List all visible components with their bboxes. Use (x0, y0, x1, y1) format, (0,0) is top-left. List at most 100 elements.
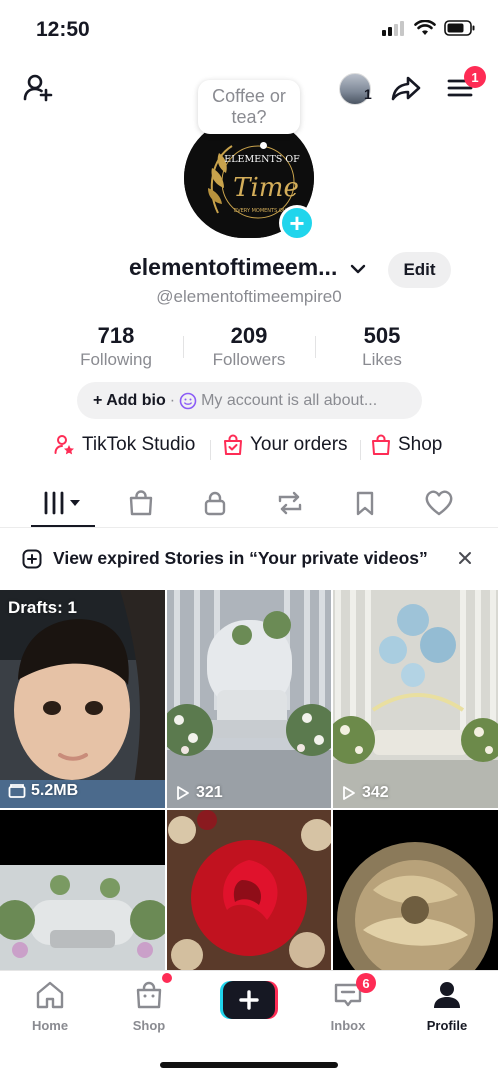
shop-bag-nav-icon (136, 981, 162, 1009)
banner-message: View expired Stories in “Your private vi… (53, 548, 428, 568)
followers-count: 209 (230, 323, 268, 348)
tiktok-studio-link[interactable]: TikTok Studio (54, 434, 195, 456)
tab-videos[interactable] (28, 480, 98, 526)
storage-icon (8, 784, 26, 798)
add-friend-button[interactable] (18, 68, 58, 108)
nav-profile[interactable]: Profile (407, 979, 487, 1033)
nav-profile-label: Profile (426, 1018, 468, 1033)
video-tile[interactable] (0, 810, 165, 970)
add-user-icon (23, 74, 53, 102)
drafts-count-label: Drafts: 1 (8, 598, 77, 617)
expired-stories-banner[interactable]: View expired Stories in “Your private vi… (0, 538, 498, 580)
video-tile[interactable] (333, 810, 498, 970)
video-thumbnail-gold-flower (333, 810, 498, 970)
add-bio-button[interactable]: + Add bio · My account is all about... (77, 382, 422, 419)
following-label: Following (80, 350, 152, 369)
orders-bag-check-icon (224, 434, 242, 455)
status-bar: 12:50 (0, 0, 498, 60)
lock-icon (204, 491, 226, 516)
shopping-bag-icon (129, 490, 153, 516)
following-count: 718 (97, 323, 135, 348)
stat-likes[interactable]: 505 Likes (322, 324, 442, 372)
view-count: 342 (341, 784, 389, 802)
shop-label: Shop (398, 434, 443, 455)
tiktok-studio-label: TikTok Studio (82, 434, 196, 455)
chevron-down-icon[interactable] (347, 258, 369, 280)
tab-shop[interactable] (106, 480, 176, 526)
view-count-label: 342 (362, 784, 389, 801)
video-thumbnail-stage-decor (167, 590, 331, 808)
plus-create-icon (220, 981, 278, 1019)
view-count-label: 321 (196, 784, 223, 801)
video-thumbnail-blue-flowers (333, 590, 498, 808)
account-count: 1 (364, 86, 372, 102)
stat-following[interactable]: 718 Following (56, 324, 176, 372)
video-tile[interactable]: 342 (333, 590, 498, 808)
bio-separator: · (169, 391, 176, 409)
tab-private[interactable] (180, 480, 250, 526)
link-divider (210, 440, 211, 460)
status-note-bubble[interactable]: Coffee or tea? (198, 80, 300, 134)
nav-shop-label: Shop (132, 1018, 166, 1033)
drafts-size-label: 5.2MB (31, 782, 79, 799)
status-icons (382, 20, 476, 36)
tab-favorites[interactable] (330, 480, 400, 526)
edit-profile-button[interactable]: Edit (388, 252, 451, 288)
play-icon (177, 786, 189, 800)
stat-divider (183, 336, 184, 358)
grid-bars-icon (44, 491, 80, 515)
nav-inbox-label: Inbox (330, 1018, 366, 1033)
video-grid: Drafts: 1 5.2MB 321 342 (0, 590, 498, 970)
followers-label: Followers (212, 350, 286, 369)
close-icon[interactable] (457, 550, 473, 566)
video-thumbnail-white-stage (0, 810, 165, 970)
share-icon (391, 76, 421, 101)
profile-links: TikTok Studio Your orders Shop (0, 434, 498, 464)
drafts-tile[interactable]: Drafts: 1 5.2MB (0, 590, 165, 808)
bubble-tail (260, 142, 267, 149)
logo-top-text: ELEMENTS OF (224, 154, 300, 165)
shop-link[interactable]: Shop (370, 434, 442, 456)
profile-stats: 718 Following 209 Followers 505 Likes (0, 324, 498, 374)
add-story-button[interactable]: + (279, 205, 315, 241)
shop-bag-icon (372, 434, 390, 455)
repost-icon (278, 491, 302, 515)
menu-button[interactable]: 1 (440, 66, 486, 108)
nav-home[interactable]: Home (10, 979, 90, 1033)
bookmark-icon (356, 491, 374, 516)
video-tile[interactable] (167, 810, 331, 970)
play-icon (343, 786, 355, 800)
link-divider (360, 440, 361, 460)
inbox-notification-badge: 6 (356, 973, 376, 993)
signal-icon (382, 21, 404, 36)
nav-home-label: Home (31, 1018, 69, 1033)
active-tab-indicator (31, 525, 95, 527)
shop-notification-dot (162, 973, 172, 983)
share-profile-button[interactable] (386, 68, 426, 108)
home-indicator (160, 1062, 338, 1068)
username-handle: @elementoftimeempire0 (156, 287, 342, 306)
tab-liked[interactable] (404, 480, 474, 526)
heart-icon (425, 490, 453, 516)
menu-notification-badge: 1 (464, 66, 486, 88)
video-thumbnail-red-rose (167, 810, 331, 970)
your-orders-label: Your orders (250, 434, 348, 455)
studio-person-star-icon (54, 435, 74, 455)
profile-person-icon (434, 982, 460, 1008)
home-icon (36, 981, 64, 1009)
likes-count: 505 (363, 323, 401, 348)
video-tile[interactable]: 321 (167, 590, 331, 808)
stat-followers[interactable]: 209 Followers (189, 324, 309, 372)
add-story-icon (22, 549, 42, 569)
your-orders-link[interactable]: Your orders (222, 434, 348, 456)
nav-shop[interactable]: Shop (109, 979, 189, 1033)
view-count: 321 (175, 784, 223, 802)
create-video-button[interactable] (220, 981, 278, 1019)
add-bio-label: + Add bio (93, 391, 166, 409)
nav-inbox[interactable]: Inbox (308, 979, 388, 1033)
tab-reposts[interactable] (255, 480, 325, 526)
display-name[interactable]: elementoftimeem... (129, 254, 337, 281)
bio-placeholder: My account is all about... (201, 391, 378, 409)
battery-icon (444, 20, 475, 36)
likes-label: Likes (362, 350, 402, 369)
